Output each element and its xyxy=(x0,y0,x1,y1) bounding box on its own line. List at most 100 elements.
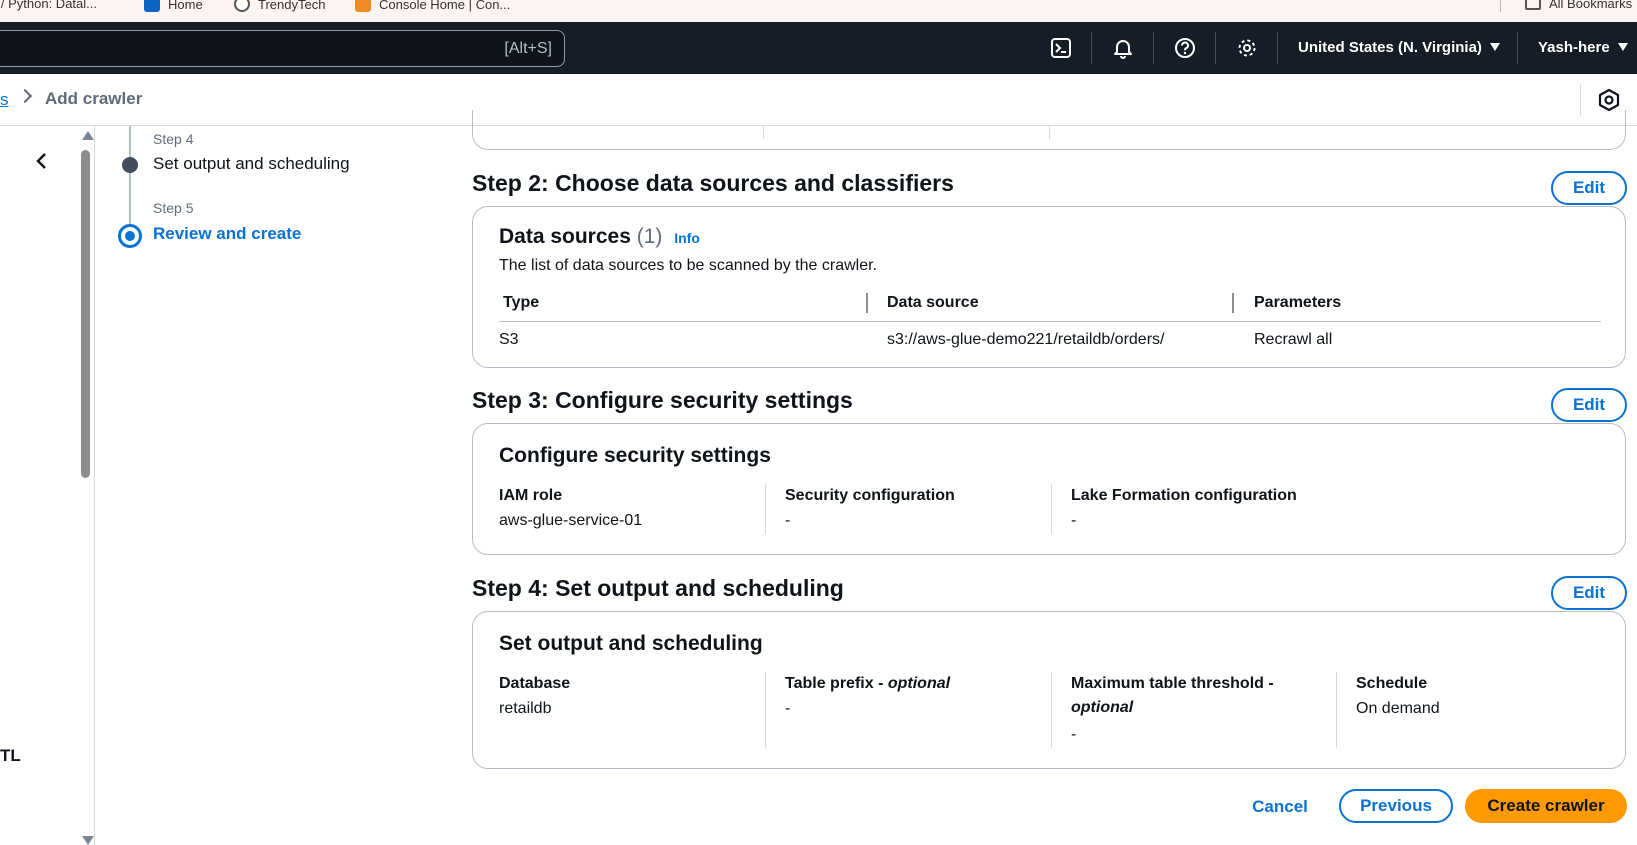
bookmark-label: TrendyTech xyxy=(258,0,326,12)
aws-icon xyxy=(355,0,371,12)
caret-down-icon xyxy=(1489,43,1500,51)
breadcrumb-current: Add crawler xyxy=(45,89,143,108)
output-scheduling-title: Set output and scheduling xyxy=(499,632,763,655)
bookmark-label: l/ Python: Datal... xyxy=(0,0,97,11)
region-selector[interactable]: United States (N. Virginia) xyxy=(1298,39,1500,56)
card-title-text: Data sources xyxy=(499,225,631,248)
step-1-card-partial xyxy=(472,110,1626,150)
bookmark-label: Home xyxy=(168,0,203,12)
wizard-steps-line xyxy=(129,126,131,236)
step-5-label: Step 5 xyxy=(153,200,194,216)
bookmark-trendytech[interactable]: TrendyTech xyxy=(234,0,325,12)
table-cell-parameters: Recrawl all xyxy=(1254,331,1333,348)
column-resizer[interactable] xyxy=(1232,293,1234,313)
bookmark-console-home[interactable]: Console Home | Con... xyxy=(355,0,510,12)
table-prefix-label: Table prefix - optional xyxy=(785,672,950,696)
info-link[interactable]: Info xyxy=(674,230,700,246)
gear-icon[interactable] xyxy=(1234,35,1260,61)
column-divider xyxy=(765,484,766,534)
bookmark-label: All Bookmarks xyxy=(1549,0,1633,11)
breadcrumb-parent-link[interactable]: s xyxy=(0,90,9,110)
step-2-edit-button[interactable]: Edit xyxy=(1551,171,1627,205)
lake-formation-value: - xyxy=(1071,512,1077,529)
search-input[interactable]: [Alt+S] xyxy=(0,30,565,67)
lake-formation-label: Lake Formation configuration xyxy=(1071,487,1297,504)
scrollbar[interactable] xyxy=(79,126,95,845)
cloudshell-icon[interactable] xyxy=(1048,35,1074,61)
security-configuration-value: - xyxy=(785,512,791,529)
field-key: Table prefix - xyxy=(785,675,888,692)
data-sources-description: The list of data sources to be scanned b… xyxy=(499,257,877,274)
security-settings-title: Configure security settings xyxy=(499,444,771,467)
globe-icon xyxy=(234,0,250,12)
column-header-parameters: Parameters xyxy=(1254,294,1342,311)
step-5-link[interactable]: Review and create xyxy=(153,224,301,244)
linkedin-icon xyxy=(144,0,160,12)
table-header-rule xyxy=(499,321,1601,322)
search-shortcut-hint: [Alt+S] xyxy=(504,40,552,57)
caret-down-icon xyxy=(1617,43,1628,51)
schedule-label: Schedule xyxy=(1356,672,1427,696)
table-cell-data-source: s3://aws-glue-demo221/retaildb/orders/ xyxy=(887,331,1165,348)
bookmark-divider xyxy=(1500,0,1501,12)
cancel-button[interactable]: Cancel xyxy=(1240,791,1320,823)
field-key: Database xyxy=(499,675,571,692)
help-icon[interactable] xyxy=(1172,35,1198,61)
folder-icon xyxy=(1525,0,1541,10)
column-header-data-source: Data source xyxy=(887,294,979,311)
column-divider xyxy=(1336,672,1337,748)
region-label: United States (N. Virginia) xyxy=(1298,39,1482,56)
create-crawler-button[interactable]: Create crawler xyxy=(1465,789,1627,823)
account-menu[interactable]: Yash-here xyxy=(1538,39,1628,56)
scroll-down-arrow-icon[interactable] xyxy=(82,836,94,845)
data-sources-card: Data sources (1) Info The list of data s… xyxy=(472,206,1626,368)
database-value: retaildb xyxy=(499,700,552,717)
column-header-type: Type xyxy=(503,294,540,311)
collapse-panel-button[interactable] xyxy=(32,151,52,171)
step-3-heading: Step 3: Configure security settings xyxy=(472,387,853,413)
optional-tag: optional xyxy=(887,675,951,692)
scroll-thumb[interactable] xyxy=(81,150,90,478)
step-3-edit-button[interactable]: Edit xyxy=(1551,388,1627,422)
column-divider xyxy=(1049,125,1050,139)
column-divider xyxy=(1051,484,1052,534)
table-prefix-value: - xyxy=(785,700,791,717)
previous-button[interactable]: Previous xyxy=(1339,789,1453,823)
account-label: Yash-here xyxy=(1538,39,1610,56)
column-divider xyxy=(1051,672,1052,748)
nav-divider xyxy=(1153,32,1154,64)
max-table-threshold-label: Maximum table threshold - optional xyxy=(1071,672,1311,720)
hexagon-icon[interactable] xyxy=(1597,88,1621,112)
step-4-indicator xyxy=(122,157,138,173)
scroll-up-arrow-icon[interactable] xyxy=(82,131,94,140)
column-resizer[interactable] xyxy=(866,293,868,313)
nav-label-fragment: TL xyxy=(0,746,21,765)
bookmark-python[interactable]: l/ Python: Datal... xyxy=(0,0,97,11)
nav-divider xyxy=(1091,32,1092,64)
nav-divider xyxy=(1215,32,1216,64)
security-configuration-label: Security configuration xyxy=(785,487,955,504)
data-sources-count: (1) xyxy=(636,225,663,248)
bookmark-label: Console Home | Con... xyxy=(379,0,511,12)
nav-divider xyxy=(1517,32,1518,64)
bookmarks-bar: l/ Python: Datal... Home TrendyTech Cons… xyxy=(0,0,1637,22)
iam-role-label: IAM role xyxy=(499,487,563,504)
bookmark-all-bookmarks[interactable]: All Bookmarks xyxy=(1525,0,1632,11)
nav-divider xyxy=(1277,32,1278,64)
security-settings-card: Configure security settings IAM role aws… xyxy=(472,423,1626,555)
iam-role-value: aws-glue-service-01 xyxy=(499,512,643,529)
bookmark-home[interactable]: Home xyxy=(144,0,203,12)
field-key: Maximum table threshold - xyxy=(1071,675,1274,692)
step-4-edit-button[interactable]: Edit xyxy=(1551,576,1627,610)
column-divider xyxy=(763,125,764,139)
schedule-value: On demand xyxy=(1356,700,1440,717)
step-4-label: Step 4 xyxy=(153,131,194,147)
top-navigation: [Alt+S] United States (N. Virginia) Yash… xyxy=(0,22,1637,74)
field-key: Schedule xyxy=(1356,675,1428,692)
max-table-threshold-value: - xyxy=(1071,726,1077,743)
optional-tag: optional xyxy=(1071,699,1134,716)
chevron-right-icon xyxy=(17,88,33,104)
bell-icon[interactable] xyxy=(1110,35,1136,61)
step-4-link[interactable]: Set output and scheduling xyxy=(153,154,350,174)
column-divider xyxy=(765,672,766,748)
